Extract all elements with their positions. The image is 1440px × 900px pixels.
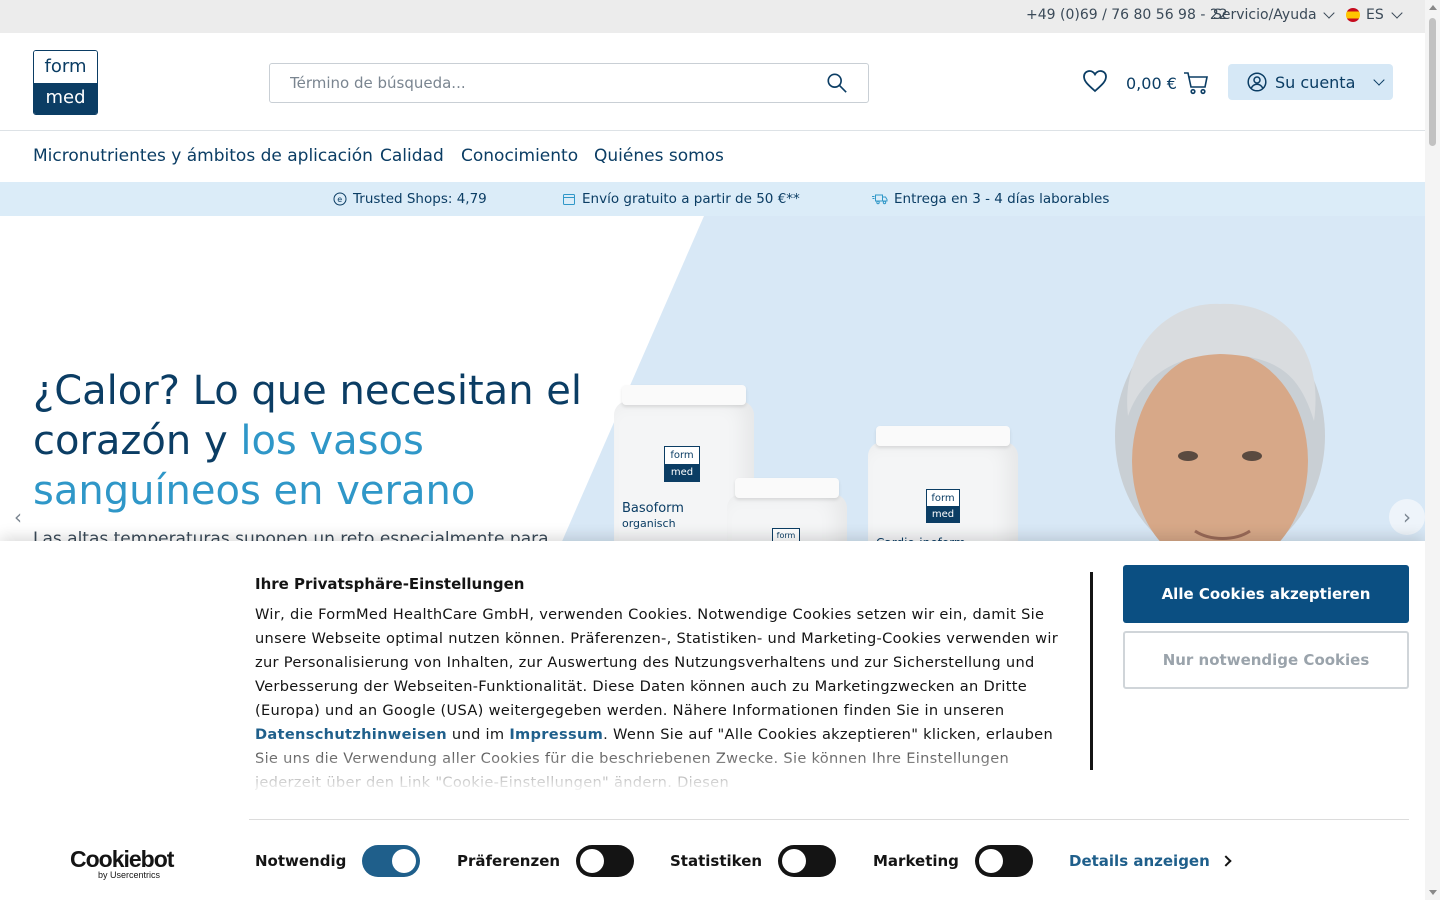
toggle-knob [580,849,605,873]
senior-man-portrait [1115,303,1325,546]
jar-lid [876,426,1010,446]
cookie-divider [249,819,1409,820]
language-selector[interactable]: ES [1346,7,1403,23]
service-help-dropdown[interactable]: Servicio/Ayuda [1213,7,1335,23]
product-logo: form med [926,489,960,523]
formmed-logo[interactable]: form med [33,50,98,115]
hero-banner: ¿Calor? Lo que necesitan el corazón y lo… [0,216,1425,546]
chevron-right-icon [1220,855,1232,867]
nav-item-micronutrients[interactable]: Micronutrientes y ámbitos de aplicación [33,146,373,166]
necessary-cookies-only-button[interactable]: Nur notwendige Cookies [1123,631,1409,689]
cookie-text-1: Wir, die FormMed HealthCare GmbH, verwen… [255,606,1059,719]
cookie-description[interactable]: Wir, die FormMed HealthCare GmbH, verwen… [255,603,1080,793]
privacy-policy-link[interactable]: Datenschutzhinweisen [255,726,447,743]
toggle-marketing-group: Marketing [873,845,1033,877]
account-label: Su cuenta [1275,72,1356,92]
usp-strip: e Trusted Shops: 4,79 Envío gratuito a p… [0,182,1425,216]
trusted-shops-icon: e [333,192,347,206]
main-navigation: Micronutrientes y ámbitos de aplicación … [0,132,1425,182]
cookiebot-logo: Cookiebot by Usercentrics [70,846,174,880]
jar-lid [622,385,746,405]
page-scrollbar[interactable] [1425,0,1440,900]
usp-shipping-label: Envío gratuito a partir de 50 €** [582,191,800,207]
toggle-necessary-group: Notwendig [255,845,421,877]
phone-number[interactable]: +49 (0)69 / 76 80 56 98 - 22 [1026,7,1228,23]
product-logo-bottom: med [927,506,959,522]
toggle-knob [782,849,807,873]
product-subname: organisch [622,517,676,530]
usp-free-shipping: Envío gratuito a partir de 50 €** [562,191,800,207]
product-name: Basoform [622,501,684,516]
cookie-text-scrollbar[interactable] [1090,572,1093,770]
toggle-preferences[interactable] [576,845,635,877]
toggle-statistics-label: Statistiken [670,852,763,870]
hero-title: ¿Calor? Lo que necesitan el corazón y lo… [33,366,593,516]
cookie-consent-banner: Ihre Privatsphäre-Einstellungen Wir, die… [0,541,1425,900]
service-help-label: Servicio/Ayuda [1213,7,1317,23]
toggle-statistics[interactable] [778,845,837,877]
calendar-icon [563,194,575,205]
toggle-knob [978,849,1003,873]
slider-prev-button[interactable]: ‹ [0,499,36,535]
logo-bottom-text: med [34,82,97,114]
slider-next-button[interactable]: › [1389,499,1425,535]
scrollbar-thumb[interactable] [1429,18,1436,146]
user-icon [1247,72,1267,92]
cookie-text-2: und im [446,726,510,743]
toggle-necessary-label: Notwendig [255,852,347,870]
toggle-knob [392,849,417,873]
scroll-down-arrow-icon[interactable] [1429,890,1437,895]
cookie-title: Ihre Privatsphäre-Einstellungen [255,575,525,593]
toggle-marketing[interactable] [974,845,1033,877]
toggle-statistics-group: Statistiken [670,845,837,877]
nav-item-knowledge[interactable]: Conocimiento [461,146,578,166]
chevron-down-icon [1391,7,1403,19]
svg-text:e: e [337,195,342,204]
account-button[interactable]: Su cuenta [1228,64,1393,100]
product-jar-cardio: form med Cardio-ineform [868,426,1018,546]
language-label: ES [1366,7,1384,23]
product-logo-bottom: med [665,464,699,481]
cookiebot-brand: Cookiebot [70,846,174,872]
scroll-up-arrow-icon[interactable] [1429,5,1437,10]
site-header: form med 0,00 € Su cuenta [0,33,1425,131]
nav-item-about-us[interactable]: Quiénes somos [594,146,724,166]
spain-flag-icon [1346,8,1360,22]
usp-trusted-label: Trusted Shops: 4,79 [353,191,487,207]
jar-lid [735,478,839,498]
chevron-down-icon [1322,7,1335,19]
top-utility-bar: +49 (0)69 / 76 80 56 98 - 22 Servicio/Ay… [0,0,1425,33]
usp-delivery-label: Entrega en 3 - 4 días laborables [894,191,1110,207]
imprint-link[interactable]: Impressum [509,726,603,743]
cart-total: 0,00 € [1126,73,1177,93]
product-logo-top: form [927,490,959,506]
toggle-preferences-group: Präferenzen [457,845,635,877]
wishlist-heart-icon[interactable] [1082,69,1108,93]
toggle-preferences-label: Präferenzen [457,852,561,870]
logo-top-text: form [34,51,97,83]
nav-item-quality[interactable]: Calidad [380,146,444,166]
product-logo-top: form [665,447,699,464]
accept-all-cookies-button[interactable]: Alle Cookies akzeptieren [1123,565,1409,623]
search-icon[interactable] [826,72,848,94]
delivery-truck-icon [872,194,888,205]
show-details-label: Details anzeigen [1069,852,1210,870]
usp-delivery-time: Entrega en 3 - 4 días laborables [871,191,1109,207]
search-box [269,63,869,103]
search-input[interactable] [270,64,810,102]
product-logo: form med [664,446,700,482]
show-details-link[interactable]: Details anzeigen [1069,852,1232,870]
cart-button[interactable]: 0,00 € [1126,71,1209,95]
product-jar-small: form med [727,478,847,546]
chevron-down-icon [1373,74,1386,86]
shopping-cart-icon [1183,72,1208,95]
toggle-marketing-label: Marketing [873,852,959,870]
usp-trusted-shops: e Trusted Shops: 4,79 [333,191,487,207]
toggle-necessary[interactable] [362,845,421,877]
